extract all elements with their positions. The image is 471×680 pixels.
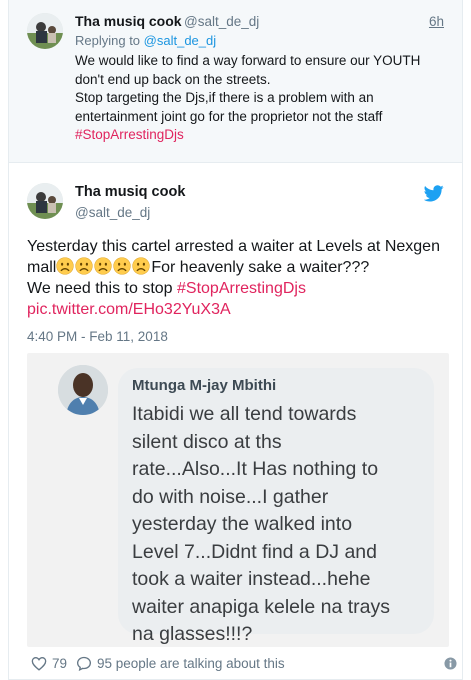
tweet-text-segment: For heavenly sake a waiter??? <box>151 259 370 276</box>
emoji-row <box>56 257 151 276</box>
heart-icon[interactable] <box>31 656 47 671</box>
message-line: silent disco at ths <box>132 430 282 453</box>
replying-to-handle[interactable]: @salt_de_dj <box>144 33 216 48</box>
parent-text-line: Stop targeting the Djs,if there is a pro… <box>75 90 374 105</box>
parent-author-avatar[interactable] <box>27 13 63 49</box>
message-line: Itabidi we all tend towards <box>132 403 357 425</box>
parent-text-line: entertainment joint go for the proprieto… <box>75 108 383 124</box>
frowning-face-icon <box>75 257 93 275</box>
parent-tweet[interactable]: Tha musiq cook @salt_de_dj 6h Replying t… <box>9 0 462 163</box>
message-line: Level 7...Didnt find a DJ and <box>132 540 377 563</box>
parent-tweet-time[interactable]: 6h <box>429 14 444 29</box>
frowning-face-icon <box>132 257 150 275</box>
frowning-face-icon <box>113 257 131 275</box>
message-line: do with noise...I gather <box>132 485 329 508</box>
comment-bubble-icon[interactable] <box>76 656 92 671</box>
tweet-footer: 79 95 people are talking about this <box>27 655 457 673</box>
embedded-tweet-card: Tha musiq cook @salt_de_dj 6h Replying t… <box>8 0 463 680</box>
parent-text-line: don't end up back on the streets. <box>75 71 271 87</box>
talking-about-link[interactable]: 95 people are talking about this <box>97 656 285 671</box>
frowning-face-icon <box>56 257 74 275</box>
pic-link[interactable]: pic.twitter.com/EHo32YuX3A <box>27 299 457 320</box>
message-line: took a waiter instead...hehe <box>132 568 371 590</box>
message-line: yesterday the walked into <box>132 513 353 535</box>
tweet-timestamp[interactable]: 4:40 PM - Feb 11, 2018 <box>27 329 168 344</box>
tweet-text-line: Yesterday this cartel arrested a waiter … <box>27 238 440 255</box>
parent-hashtag-link[interactable]: #StopArrestingDjs <box>75 126 445 145</box>
frowning-face-icon <box>94 257 112 275</box>
sender-avatar <box>58 365 108 415</box>
message-sender-name: Mtunga M-jay Mbithi <box>132 377 277 394</box>
tweet-text: Yesterday this cartel arrested a waiter … <box>27 236 457 320</box>
message-line: na glasses!!!? <box>132 623 253 645</box>
tweet-text-line: mall For heavenly sake a waiter??? <box>27 257 457 278</box>
parent-author-handle[interactable]: @salt_de_dj <box>184 14 259 29</box>
tweet-text-segment: We need this to stop <box>27 280 178 297</box>
replying-to: Replying to @salt_de_dj <box>75 33 216 48</box>
hashtag-link[interactable]: #StopArrestingDjs <box>177 280 306 297</box>
replying-to-label: Replying to <box>75 33 141 48</box>
tweet-text-line: We need this to stop #StopArrestingDjs <box>27 278 457 299</box>
info-icon[interactable] <box>444 657 457 670</box>
message-text: Itabidi we all tend towards silent disco… <box>132 401 432 647</box>
tweet-text-segment: mall <box>27 259 57 276</box>
message-line: waiter anapiga kelele na trays <box>132 595 390 618</box>
tweet-media-image[interactable]: Mtunga M-jay Mbithi Itabidi we all tend … <box>27 353 449 647</box>
parent-tweet-text: We would like to find a way forward to e… <box>75 52 445 145</box>
twitter-bird-icon[interactable] <box>424 185 444 202</box>
author-handle[interactable]: @salt_de_dj <box>75 205 150 220</box>
parent-text-line: We would like to find a way forward to e… <box>75 53 421 68</box>
author-name[interactable]: Tha musiq cook <box>75 184 185 200</box>
author-avatar[interactable] <box>27 183 63 219</box>
message-line: rate...Also...It Has nothing to <box>132 458 379 480</box>
like-count[interactable]: 79 <box>52 656 67 671</box>
parent-author-name[interactable]: Tha musiq cook <box>75 13 182 29</box>
